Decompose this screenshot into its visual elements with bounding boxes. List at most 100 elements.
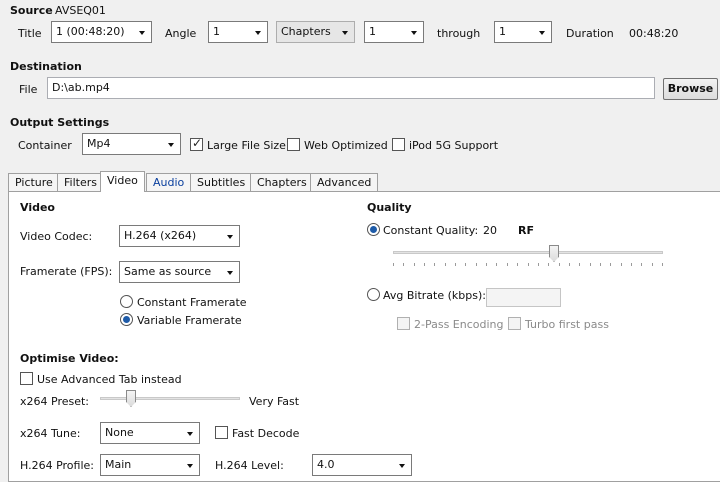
- chevron-down-icon: [399, 464, 405, 468]
- x264-tune-value: None: [105, 426, 134, 439]
- quality-slider-thumb[interactable]: [549, 245, 559, 262]
- angle-dropdown[interactable]: 1: [208, 21, 268, 43]
- tab-advanced[interactable]: Advanced: [310, 173, 379, 191]
- rf-label: RF: [518, 224, 534, 237]
- duration-label: Duration: [566, 27, 614, 40]
- tab-picture[interactable]: Picture: [8, 173, 60, 191]
- avg-bitrate-radio[interactable]: [367, 288, 380, 301]
- range-start-dropdown[interactable]: 1: [364, 21, 424, 43]
- destination-label: Destination: [10, 60, 82, 73]
- chevron-down-icon: [139, 31, 145, 35]
- quality-slider-track: [393, 251, 663, 254]
- fast-decode-checkbox[interactable]: [215, 426, 228, 439]
- h264-level-label: H.264 Level:: [215, 459, 284, 472]
- angle-dropdown-value: 1: [213, 25, 220, 38]
- chevron-down-icon: [168, 143, 174, 147]
- slider-tick: [507, 263, 508, 266]
- framerate-value: Same as source: [124, 265, 212, 278]
- chevron-down-icon: [342, 31, 348, 35]
- variable-framerate-label: Variable Framerate: [137, 314, 242, 327]
- variable-framerate-radio[interactable]: [120, 313, 133, 326]
- chevron-down-icon: [187, 432, 193, 436]
- x264-preset-slider[interactable]: [100, 390, 240, 412]
- two-pass-checkbox[interactable]: [397, 317, 410, 330]
- slider-tick: [455, 263, 456, 266]
- range-start-value: 1: [369, 25, 376, 38]
- tab-filters[interactable]: Filters: [57, 173, 104, 191]
- slider-tick: [393, 263, 394, 266]
- constant-quality-value: 20: [483, 224, 497, 237]
- framerate-dropdown[interactable]: Same as source: [119, 261, 240, 283]
- slider-tick: [579, 263, 580, 266]
- avg-bitrate-label: Avg Bitrate (kbps):: [383, 289, 486, 302]
- range-end-dropdown[interactable]: 1: [494, 21, 552, 43]
- slider-tick: [434, 263, 435, 266]
- file-path-value: D:\ab.mp4: [52, 81, 110, 94]
- constant-quality-radio[interactable]: [367, 223, 380, 236]
- x264-tune-dropdown[interactable]: None: [100, 422, 200, 444]
- web-optimized-checkbox[interactable]: [287, 138, 300, 151]
- use-advanced-tab-checkbox[interactable]: [20, 372, 33, 385]
- video-codec-dropdown[interactable]: H.264 (x264): [119, 225, 240, 247]
- h264-level-dropdown[interactable]: 4.0: [312, 454, 412, 476]
- source-name: AVSEQ01: [55, 4, 106, 17]
- slider-tick: [403, 263, 404, 266]
- x264-preset-label: x264 Preset:: [20, 395, 90, 408]
- range-type-dropdown[interactable]: Chapters: [276, 21, 355, 43]
- chevron-down-icon: [187, 464, 193, 468]
- container-value: Mp4: [87, 137, 111, 150]
- chevron-down-icon: [227, 235, 233, 239]
- web-optimized-label: Web Optimized: [304, 139, 388, 152]
- slider-tick: [652, 263, 653, 266]
- x264-tune-label: x264 Tune:: [20, 427, 81, 440]
- x264-preset-slider-thumb[interactable]: [126, 390, 136, 407]
- constant-framerate-label: Constant Framerate: [137, 296, 247, 309]
- fast-decode-label: Fast Decode: [232, 427, 300, 440]
- ipod-support-label: iPod 5G Support: [409, 139, 499, 152]
- optimise-video-label: Optimise Video:: [20, 352, 119, 365]
- range-end-value: 1: [499, 25, 506, 38]
- tab-chapters[interactable]: Chapters: [250, 173, 314, 191]
- video-codec-value: H.264 (x264): [124, 229, 197, 242]
- constant-quality-label: Constant Quality:: [383, 224, 479, 237]
- slider-tick: [548, 263, 549, 266]
- browse-button[interactable]: Browse: [663, 78, 718, 100]
- chevron-down-icon: [255, 31, 261, 35]
- x264-preset-value: Very Fast: [249, 395, 300, 408]
- title-dropdown[interactable]: 1 (00:48:20): [51, 21, 152, 43]
- file-path-input[interactable]: D:\ab.mp4: [47, 77, 655, 99]
- slider-tick: [621, 263, 622, 266]
- video-section-label: Video: [20, 201, 55, 214]
- h264-profile-dropdown[interactable]: Main: [100, 454, 200, 476]
- slider-tick: [476, 263, 477, 266]
- output-settings-label: Output Settings: [10, 116, 110, 129]
- tab-subtitles[interactable]: Subtitles: [190, 173, 253, 191]
- h264-profile-label: H.264 Profile:: [20, 459, 94, 472]
- slider-tick: [662, 263, 663, 266]
- turbo-first-pass-label: Turbo first pass: [525, 318, 609, 331]
- through-label: through: [437, 27, 481, 40]
- constant-framerate-radio[interactable]: [120, 295, 133, 308]
- large-file-label: Large File Size: [207, 139, 286, 152]
- slider-tick: [465, 263, 466, 266]
- quality-slider[interactable]: [393, 244, 663, 270]
- angle-label: Angle: [165, 27, 197, 40]
- ipod-support-checkbox[interactable]: [392, 138, 405, 151]
- large-file-checkbox[interactable]: ✓: [190, 136, 203, 151]
- file-label: File: [19, 83, 38, 96]
- slider-tick: [445, 263, 446, 266]
- turbo-first-pass-checkbox[interactable]: [508, 317, 521, 330]
- slider-tick: [590, 263, 591, 266]
- chevron-down-icon: [411, 31, 417, 35]
- avg-bitrate-input[interactable]: [486, 288, 561, 307]
- checkmark-icon: ✓: [192, 136, 203, 150]
- slider-tick: [496, 263, 497, 266]
- slider-tick: [486, 263, 487, 266]
- title-label: Title: [18, 27, 42, 40]
- range-type-value: Chapters: [281, 25, 331, 38]
- slider-tick: [424, 263, 425, 266]
- video-codec-label: Video Codec:: [20, 230, 93, 243]
- tab-video[interactable]: Video: [100, 171, 145, 192]
- tab-audio[interactable]: Audio: [146, 173, 192, 191]
- container-dropdown[interactable]: Mp4: [82, 133, 181, 155]
